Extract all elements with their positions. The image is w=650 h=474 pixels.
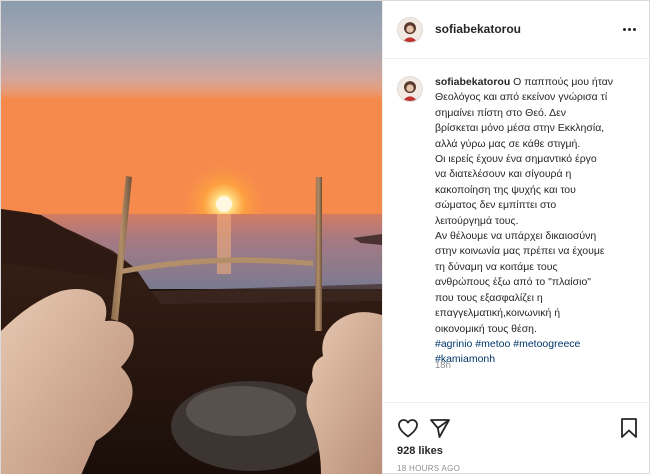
header-username[interactable]: sofiabekatorou (435, 22, 521, 36)
hashtag-line: #agrinio #metoo #metoogreece (435, 337, 641, 352)
dot (627, 27, 631, 31)
post-photo[interactable] (1, 1, 382, 474)
bookmark-icon-graphic (621, 418, 637, 438)
hashtag-link[interactable]: #metoogreece (513, 338, 580, 350)
caption-line: βρίσκεται μόνο μέσα στην Εκκλησία, (435, 122, 605, 135)
heart-icon-graphic (398, 419, 418, 438)
caption-line: Θεολόγος και από εκείνον γνώρισα τί (435, 91, 608, 104)
caption-line: τη δύναμη να κοιτάμε τους (435, 260, 558, 273)
dot (632, 27, 636, 31)
hashtag-link[interactable]: #metoo (475, 338, 510, 350)
caption-line: σώματος δεν εμπίπτει στο (435, 199, 557, 212)
avatar-image (398, 77, 422, 101)
caption-time-ago[interactable]: 18h (435, 360, 451, 371)
hashtag-link[interactable]: #agrinio (435, 338, 472, 350)
caption-line: οικονομική τους θέση. (435, 322, 537, 335)
post-caption: sofiabekatorou Ο παππούς μου ήταν Θεολόγ… (435, 75, 641, 368)
dot (622, 27, 626, 31)
post-side-panel: sofiabekatorou sofiabekatorou Ο παππούς … (382, 1, 650, 474)
comments-area: sofiabekatorou Ο παππούς μου ήταν Θεολόγ… (383, 59, 650, 402)
caption-line: στην κοινωνία μας πρέπει να έχουμε (435, 245, 605, 258)
caption-line: αλλά γύρω μας σε κάθε στιγμή. (435, 137, 581, 150)
avatar[interactable] (397, 17, 423, 43)
caption-line: Ο παππούς μου ήταν (510, 76, 614, 88)
caption-line: σημαίνει πίστη στο Θεό. Δεν (435, 106, 567, 119)
heart-icon[interactable] (396, 416, 420, 440)
caption-line: λειτούργημά τους. (435, 214, 519, 227)
sunset-photo-image (1, 1, 382, 474)
caption-username[interactable]: sofiabekatorou (435, 76, 510, 88)
caption-line: Αν θέλουμε να υπάρχει δικαιοσύνη (435, 230, 597, 243)
caption-avatar[interactable] (397, 76, 423, 102)
post-date[interactable]: 18 HOURS AGO (397, 464, 460, 473)
caption-line: επαγγελματική,κοινωνική ή (435, 307, 561, 320)
bookmark-icon[interactable] (617, 416, 641, 440)
hashtag-line: #kamiamonh (435, 352, 641, 367)
caption-line: που τους εξασφαλίζει η (435, 291, 543, 304)
avatar-image (398, 18, 422, 42)
caption-first-line: sofiabekatorou Ο παππούς μου ήταν (435, 75, 641, 90)
like-count[interactable]: 928 likes (397, 445, 443, 457)
caption-line: να διατελέσουν και σίγουρά η (435, 168, 572, 181)
share-icon-graphic (430, 419, 450, 438)
share-paper-plane-icon[interactable] (428, 416, 452, 440)
caption-line: ανθρώπους έξω από το "πλαίσιο" (435, 276, 592, 289)
post-header: sofiabekatorou (383, 1, 650, 59)
post-actions: 928 likes 18 HOURS AGO (383, 402, 650, 474)
caption-line: Οι ιερείς έχουν ένα σημαντικό έργο (435, 153, 597, 166)
instagram-post: sofiabekatorou sofiabekatorou Ο παππούς … (0, 0, 650, 474)
caption-line: κακοποίηση της ψυχής και του (435, 183, 576, 196)
more-options-icon[interactable] (619, 21, 639, 37)
